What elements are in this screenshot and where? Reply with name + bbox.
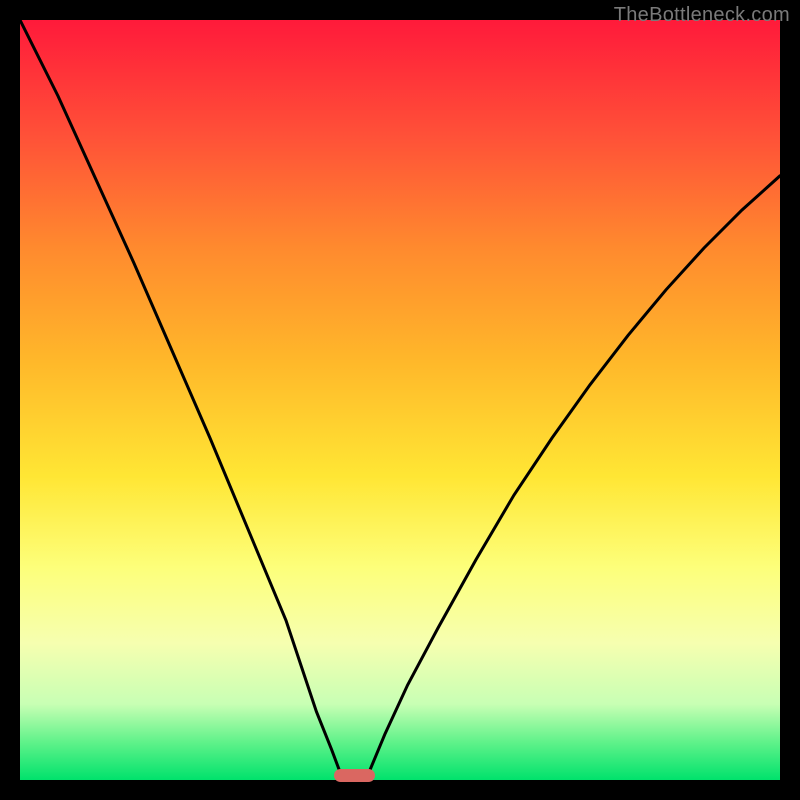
watermark-text: TheBottleneck.com [614,4,790,27]
right-curve [366,176,780,780]
cusp-marker [334,769,376,782]
left-curve [20,20,343,780]
chart-frame: TheBottleneck.com [0,0,800,800]
curve-layer [20,20,780,780]
plot-area [20,20,780,780]
